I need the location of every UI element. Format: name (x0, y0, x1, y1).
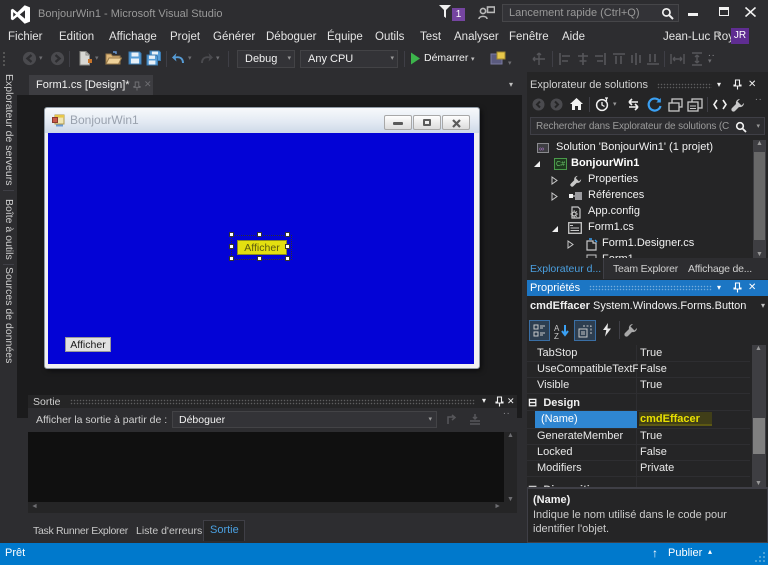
svg-text:∞: ∞ (539, 146, 544, 153)
svg-text:Z: Z (554, 332, 559, 339)
